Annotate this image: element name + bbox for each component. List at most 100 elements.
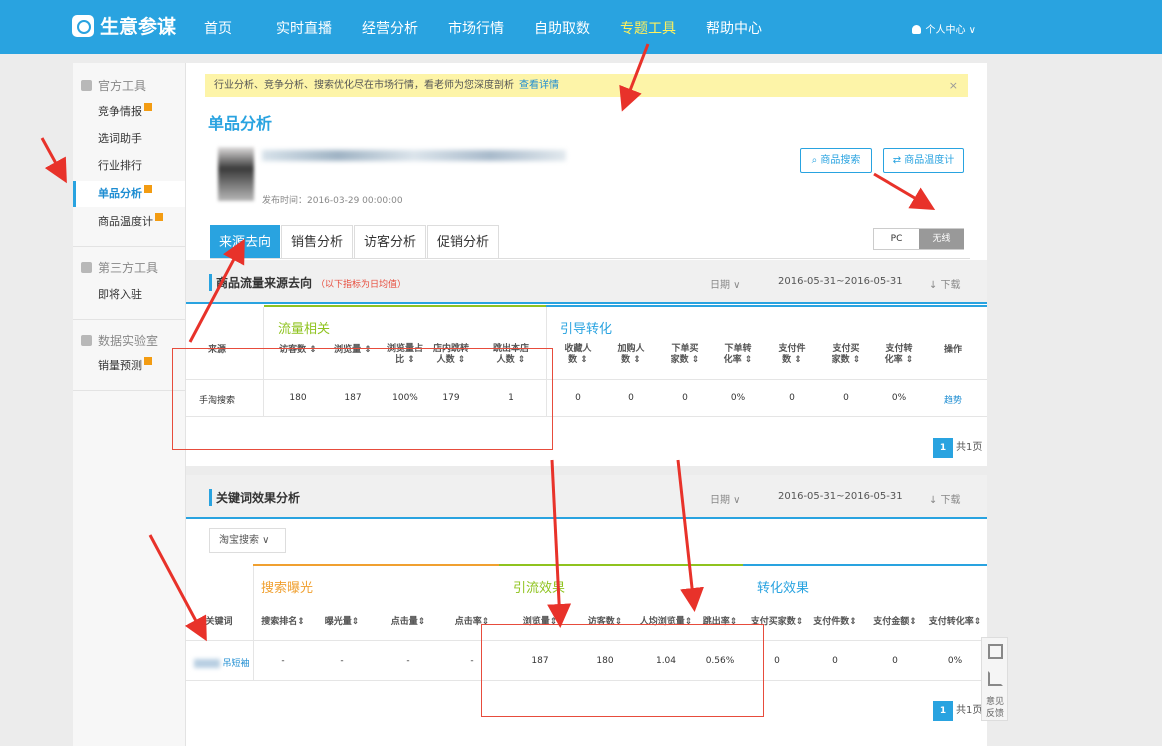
tab-source[interactable]: 来源去向 [210,225,280,258]
table-header[interactable]: 加购人数 ⇕ [609,344,653,366]
table-header-label: 数 ⇕ [568,355,588,365]
nav-help[interactable]: 帮助中心 [706,18,762,38]
table-header[interactable]: 下单买 家数 ⇕ [663,344,707,366]
page-button[interactable]: 1 [933,701,953,721]
sidebar-item-product-thermometer[interactable]: 商品温度计 [73,209,185,235]
logo-icon [72,14,94,37]
table-header[interactable]: 支付件数 ⇕ [770,344,814,366]
sidebar-item-sales-forecast[interactable]: 销量预测 [73,353,185,379]
traffic-section-header: 商品流量来源去向 （以下指标为日均值） 日期 ∨ 2016-05-31~2016-… [186,260,987,304]
section-gap [186,466,987,475]
table-header-label: 数 ⇕ [621,355,641,365]
table-cell: 0% [730,393,746,403]
product-thermometer-button[interactable]: ⇄ 商品温度计 [883,148,964,173]
tab-visitors[interactable]: 访客分析 [354,225,426,258]
keyword-text: 吊短袖 [222,659,250,669]
logo[interactable]: 生意参谋 [72,12,176,39]
table-cell: 0 [832,656,838,666]
nav-business[interactable]: 经营分析 [362,18,418,38]
page-button[interactable]: 1 [933,438,953,458]
table-header-label: 家数 ⇕ [670,355,700,365]
sidebar-item-industry-rank[interactable]: 行业排行 [73,153,185,179]
table-header-label: 数 ⇕ [782,355,802,365]
sidebar-section-third-party: 第三方工具 [81,259,158,276]
toggle-pc[interactable]: PC [874,229,919,249]
table-header[interactable]: 支付转 化率 ⇕ [877,344,921,366]
tab-sales[interactable]: 销售分析 [281,225,353,258]
sidebar: 官方工具 竞争情报 选词助手 行业排行 单品分析 商品温度计 第三方工具 即将入… [73,63,186,746]
download-button[interactable]: ↓ 下载 [929,276,961,291]
device-toggle: PC 无线 [873,228,964,250]
table-header[interactable]: 支付转化率⇕ [925,617,985,628]
date-dropdown[interactable]: 日期 ∨ [710,276,741,291]
page-total: 共1页 [956,705,983,716]
sidebar-section-official: 官方工具 [81,77,146,94]
toggle-wireless[interactable]: 无线 [919,229,964,249]
user-center-label: 个人中心 ∨ [925,25,977,36]
user-center[interactable]: 个人中心 ∨ [911,21,977,36]
keyword-section-header: 关键词效果分析 日期 ∨ 2016-05-31~2016-05-31 ↓ 下载 [186,475,987,519]
divider [73,319,185,320]
table-cell: - [340,656,344,666]
table-header[interactable]: 支付金额⇕ [868,617,922,628]
sidebar-item-competition[interactable]: 竞争情报 [73,99,185,125]
group-search-exposure: 搜索曝光 [261,581,314,596]
table-cell: 0% [947,656,963,666]
blurred-text [194,659,221,668]
download-button[interactable]: ↓ 下载 [929,491,961,506]
page-title: 单品分析 [208,114,273,133]
product-image[interactable] [218,147,254,201]
hot-badge-icon [144,103,152,111]
keyword-link[interactable]: 吊短袖 [191,656,253,669]
feedback-button[interactable]: 意见反馈 [984,696,1006,720]
table-header-label: 操作 [943,345,962,355]
sidebar-item-coming-soon[interactable]: 即将入驻 [73,282,185,308]
table-header[interactable]: 收藏人数 ⇕ [556,344,600,366]
nav-market[interactable]: 市场行情 [448,18,504,38]
qr-code-icon[interactable] [988,644,1003,659]
traffic-title: 商品流量来源去向 （以下指标为日均值） [209,274,406,291]
table-header[interactable]: 支付买 家数 ⇕ [824,344,868,366]
group-line [743,564,987,566]
notice-bar: 行业分析、竞争分析、搜索优化尽在市场行情，看老师为您深度剖析 查看详情 × [205,74,968,97]
table-header[interactable]: 下单转 化率 ⇕ [716,344,760,366]
third-party-icon [81,262,92,273]
tab-promotion[interactable]: 促销分析 [427,225,499,258]
flask-icon [81,335,92,346]
pagination: 1 共1页 [933,438,982,458]
date-dropdown[interactable]: 日期 ∨ [710,491,741,506]
trend-link[interactable]: 趋势 [933,393,973,406]
table-header[interactable]: 搜索排名⇕ [253,617,313,628]
table-header-label: 支付买 [832,344,860,354]
notice-link[interactable]: 查看详情 [519,80,559,91]
table-header-label: 支付转 [885,344,913,354]
table-header[interactable]: 曝光量⇕ [316,617,368,628]
sidebar-item-keyword-helper[interactable]: 选词助手 [73,126,185,152]
logo-text: 生意参谋 [100,16,177,38]
table-header[interactable]: 点击量⇕ [382,617,434,628]
nav-topic-tools[interactable]: 专题工具 [620,18,676,38]
table-cell: 0 [789,393,795,403]
date-range: 2016-05-31~2016-05-31 [778,491,903,502]
table-cell: 0 [682,393,688,403]
table-header[interactable]: 支付件数⇕ [808,617,862,628]
share-icon[interactable] [988,671,1003,686]
sidebar-item-single-product[interactable]: 单品分析 [73,181,185,207]
arrow [40,137,67,184]
date-range: 2016-05-31~2016-05-31 [778,276,903,287]
product-name-blurred[interactable] [262,150,566,161]
table-header-label: 加购人 [617,344,645,354]
table-header-label: 化率 ⇕ [723,355,753,365]
group-conversion-effect: 转化效果 [757,581,810,596]
nav-live[interactable]: 实时直播 [276,18,332,38]
floating-toolbar: 意见反馈 [981,637,1008,721]
nav-self-service[interactable]: 自助取数 [534,18,590,38]
table-cell: - [281,656,285,666]
product-search-button[interactable]: ⌕ 商品搜索 [800,148,872,173]
group-traffic: 流量相关 [278,322,331,337]
nav-home[interactable]: 首页 [204,18,232,38]
close-icon[interactable]: × [949,74,958,97]
table-cell: 0 [575,393,581,403]
search-source-select[interactable]: 淘宝搜索 ∨ [209,528,286,553]
table-cell: 0 [892,656,898,666]
